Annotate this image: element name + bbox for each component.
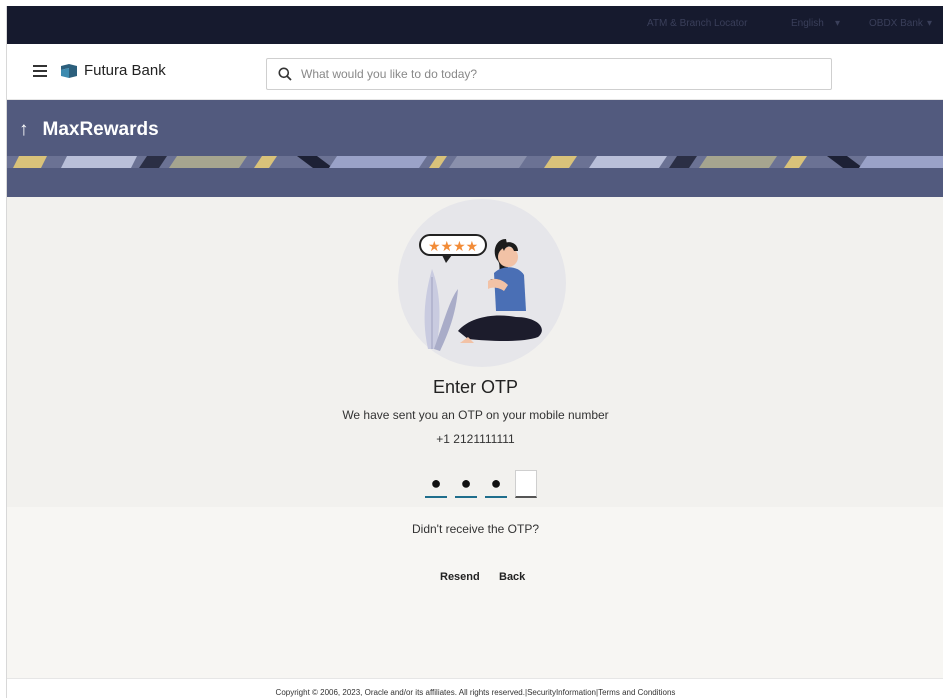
dropdown-icon[interactable]: ▾ [927, 18, 932, 29]
search-icon [278, 67, 292, 81]
otp-instruction: We have sent you an OTP on your mobile n… [342, 408, 609, 422]
page-footer: Copyright © 2006, 2023, Oracle and/or it… [7, 678, 943, 698]
security-information-link[interactable]: SecurityInformation [527, 688, 596, 697]
page-title-text: MaxRewards [42, 119, 159, 140]
hamburger-icon[interactable] [33, 65, 47, 77]
otp-digit-4[interactable] [515, 470, 537, 498]
bank-selector[interactable]: OBDX Bank [869, 18, 923, 29]
app-header: Futura Bank [7, 44, 943, 100]
resend-button[interactable]: Resend [440, 571, 480, 583]
page-banner: ↑ MaxRewards [7, 100, 943, 197]
up-arrow-icon[interactable]: ↑ [19, 119, 29, 141]
banner-decorative-stripe [7, 156, 943, 168]
brand-logo-icon [61, 64, 77, 78]
back-button[interactable]: Back [499, 571, 525, 583]
search-box[interactable] [266, 58, 832, 90]
terms-link[interactable]: Terms and Conditions [598, 688, 675, 697]
otp-digit-3[interactable] [485, 470, 507, 498]
copyright-text: Copyright © 2006, 2023, Oracle and/or it… [275, 688, 525, 697]
footer-text: Copyright © 2006, 2023, Oracle and/or it… [7, 688, 943, 697]
page-title: ↑ MaxRewards [19, 119, 159, 141]
app-frame: ATM & Branch Locator English ▾ OBDX Bank… [6, 6, 943, 698]
atm-branch-locator-link[interactable]: ATM & Branch Locator [647, 18, 747, 29]
svg-text:★★★★: ★★★★ [428, 239, 478, 255]
otp-heading: Enter OTP [432, 377, 519, 397]
dropdown-icon[interactable]: ▾ [835, 18, 840, 29]
brand-name[interactable]: Futura Bank [84, 62, 166, 79]
mobile-number: +1 2121111111 [436, 432, 515, 446]
otp-illustration: ★★★★ [398, 199, 566, 367]
otp-digit-2[interactable] [455, 470, 477, 498]
resend-prompt: Didn't receive the OTP? [411, 522, 539, 536]
language-selector[interactable]: English [791, 18, 824, 29]
top-utility-bar: ATM & Branch Locator English ▾ OBDX Bank… [7, 6, 943, 44]
otp-digit-1[interactable] [425, 470, 447, 498]
search-input[interactable] [301, 64, 821, 84]
main-content: ★★★★ [7, 197, 943, 507]
